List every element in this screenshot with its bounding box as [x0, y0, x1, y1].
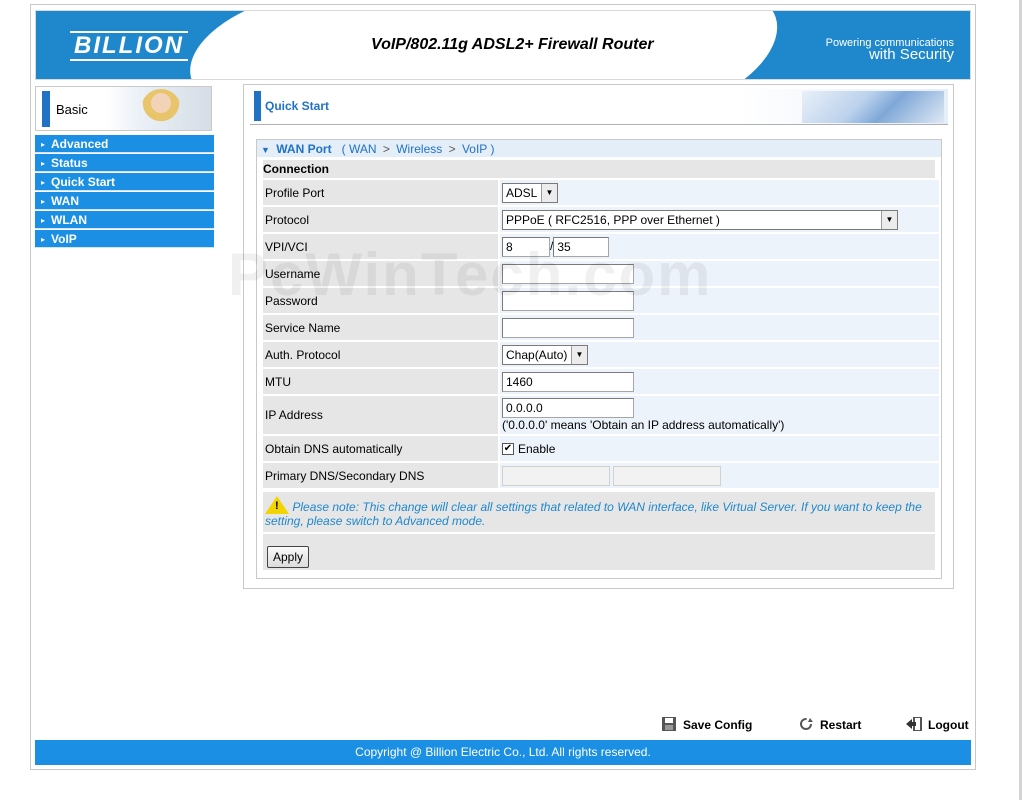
- floppy-disk-icon: [661, 717, 677, 731]
- form-row-mtu: MTU 1460: [263, 369, 939, 394]
- logout-icon: [906, 716, 922, 732]
- sidebar-item-advanced[interactable]: ▸ Advanced: [35, 135, 214, 153]
- username-input[interactable]: [502, 263, 634, 284]
- field-label: IP Address: [263, 396, 498, 434]
- protocol-select[interactable]: PPPoE ( RFC2516, PPP over Ethernet ) ▼: [502, 209, 898, 230]
- vpi-input[interactable]: 8: [502, 236, 550, 257]
- field-label: Profile Port: [263, 180, 498, 205]
- ip-address-input[interactable]: 0.0.0.0: [502, 398, 634, 418]
- sidebar-item-wan[interactable]: ▸ WAN: [35, 192, 214, 210]
- field-label: Obtain DNS automatically: [263, 436, 498, 461]
- breadcrumb: ▼ WAN Port ( WAN > Wireless > VoIP ): [257, 140, 941, 158]
- field-label: Username: [263, 261, 498, 286]
- restart-icon: [798, 717, 814, 731]
- chevron-down-icon: ▼: [571, 345, 587, 364]
- breadcrumb-current: WAN Port: [276, 142, 332, 156]
- sidebar-item-status[interactable]: ▸ Status: [35, 154, 214, 172]
- bullet-icon: ▸: [41, 196, 46, 206]
- field-label: VPI/VCI: [263, 234, 498, 259]
- profile-port-select[interactable]: ADSL ▼: [502, 182, 558, 203]
- bullet-icon: ▸: [41, 215, 46, 225]
- sidebar-item-wlan[interactable]: ▸ WLAN: [35, 211, 214, 229]
- chevron-down-icon: ▼: [541, 183, 557, 202]
- logout-button[interactable]: Logout: [906, 716, 969, 732]
- apply-button[interactable]: Apply: [267, 546, 310, 568]
- ip-address-hint: ('0.0.0.0' means 'Obtain an IP address a…: [502, 418, 785, 432]
- field-label: Protocol: [263, 207, 498, 232]
- form-row-profile-port: Profile Port ADSL ▼: [263, 180, 939, 205]
- wan-form-panel: ▼ WAN Port ( WAN > Wireless > VoIP ) Con…: [256, 139, 942, 579]
- field-label: Primary DNS/Secondary DNS: [263, 463, 498, 488]
- restart-button[interactable]: Restart: [798, 717, 861, 732]
- form-row-auth-protocol: Auth. Protocol Chap(Auto) ▼: [263, 342, 939, 367]
- breadcrumb-voip: VoIP: [461, 142, 488, 156]
- triangle-down-icon: ▼: [261, 145, 270, 155]
- vci-input[interactable]: 35: [553, 236, 610, 257]
- form-row-protocol: Protocol PPPoE ( RFC2516, PPP over Ether…: [263, 207, 939, 232]
- field-label: MTU: [263, 369, 498, 394]
- chevron-down-icon: ▼: [881, 210, 897, 229]
- main-panel: Quick Start ▼ WAN Port ( WAN > Wireless …: [243, 84, 954, 589]
- mtu-input[interactable]: 1460: [502, 371, 634, 392]
- save-config-button[interactable]: Save Config: [661, 717, 752, 732]
- bullet-icon: ▸: [41, 158, 46, 168]
- page-header: Quick Start: [250, 89, 948, 125]
- field-label: Auth. Protocol: [263, 342, 498, 367]
- office-image: [802, 91, 944, 123]
- breadcrumb-wan: WAN: [348, 142, 377, 156]
- sidebar-item-quick-start[interactable]: ▸ Quick Start: [35, 173, 214, 191]
- section-heading: Connection: [263, 160, 935, 178]
- apply-row: Apply: [263, 534, 935, 570]
- password-input[interactable]: [502, 290, 634, 311]
- form-row-password: Password: [263, 288, 939, 313]
- product-title: VoIP/802.11g ADSL2+ Firewall Router: [371, 36, 654, 53]
- field-label: Service Name: [263, 315, 498, 340]
- form-row-ip-address: IP Address 0.0.0.0 ('0.0.0.0' means 'Obt…: [263, 396, 939, 434]
- copyright-bar: Copyright @ Billion Electric Co., Ltd. A…: [35, 740, 971, 765]
- person-image: [141, 89, 181, 129]
- auth-protocol-select[interactable]: Chap(Auto) ▼: [502, 344, 588, 365]
- warning-note: Please note: This change will clear all …: [263, 492, 935, 532]
- form-row-vpi-vci: VPI/VCI 8/35: [263, 234, 939, 259]
- primary-dns-input[interactable]: [502, 465, 610, 486]
- bullet-icon: ▸: [41, 234, 46, 244]
- page-title: Quick Start: [265, 99, 330, 113]
- field-label: Password: [263, 288, 498, 313]
- obtain-dns-checkbox[interactable]: ✔: [502, 443, 514, 456]
- tagline: Powering communications with Security: [825, 37, 954, 63]
- form-row-username: Username: [263, 261, 939, 286]
- billion-logo: BILLION: [70, 31, 188, 61]
- form-row-dns: Primary DNS/Secondary DNS: [263, 463, 939, 488]
- checkbox-label: Enable: [518, 441, 556, 456]
- warning-icon: [265, 496, 289, 514]
- sidebar-item-voip[interactable]: ▸ VoIP: [35, 230, 214, 248]
- bullet-icon: ▸: [41, 139, 46, 149]
- form-row-obtain-dns: Obtain DNS automatically ✔ Enable: [263, 436, 939, 461]
- basic-mode-tab[interactable]: Basic: [35, 86, 212, 131]
- form-row-service-name: Service Name: [263, 315, 939, 340]
- sidebar-menu: ▸ Advanced ▸ Status ▸ Quick Start ▸ WAN ▸ WLA…: [35, 135, 214, 249]
- breadcrumb-wireless: Wireless: [396, 142, 443, 156]
- service-name-input[interactable]: [502, 317, 634, 338]
- bullet-icon: ▸: [41, 177, 46, 187]
- secondary-dns-input[interactable]: [613, 465, 722, 486]
- header-banner: BILLION VoIP/802.11g ADSL2+ Firewall Rou…: [35, 10, 971, 80]
- connection-form: Profile Port ADSL ▼ Protocol PPPoE ( RFC2…: [261, 178, 941, 490]
- note-text: Please note: This change will clear all …: [265, 500, 922, 528]
